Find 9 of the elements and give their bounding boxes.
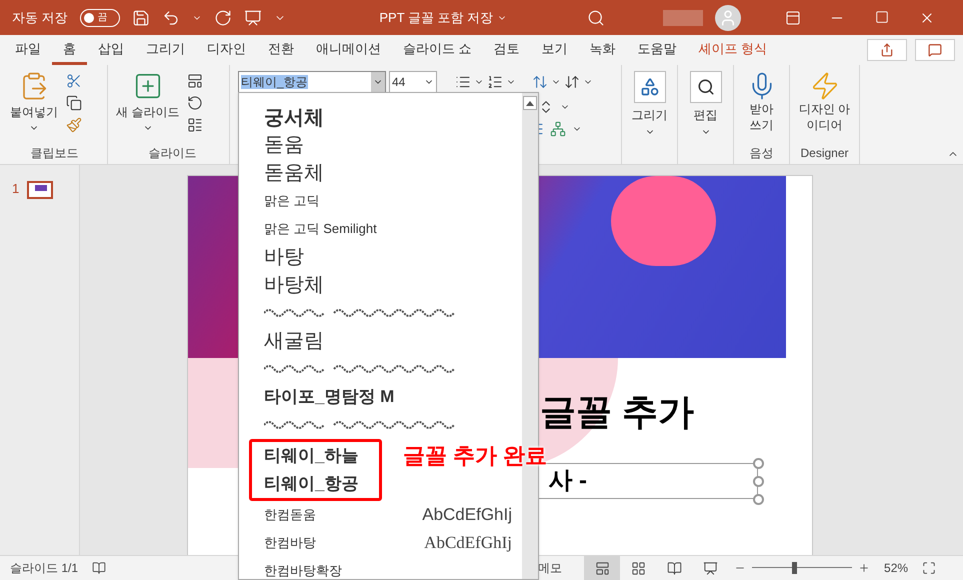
slide-count: 슬라이드 1/1 (10, 560, 78, 577)
group-label: 클립보드 (30, 145, 78, 162)
autosave-label: 자동 저장 (12, 8, 68, 27)
group-label: 슬라이드 (148, 145, 196, 162)
window-title: PPT 글꼴 포함 저장 (379, 8, 494, 27)
slide-subtitle: 사 - (548, 466, 587, 496)
slide-number: 1 (12, 180, 20, 198)
group-label: Designer (800, 145, 849, 162)
group-label: 음성 (750, 145, 774, 162)
